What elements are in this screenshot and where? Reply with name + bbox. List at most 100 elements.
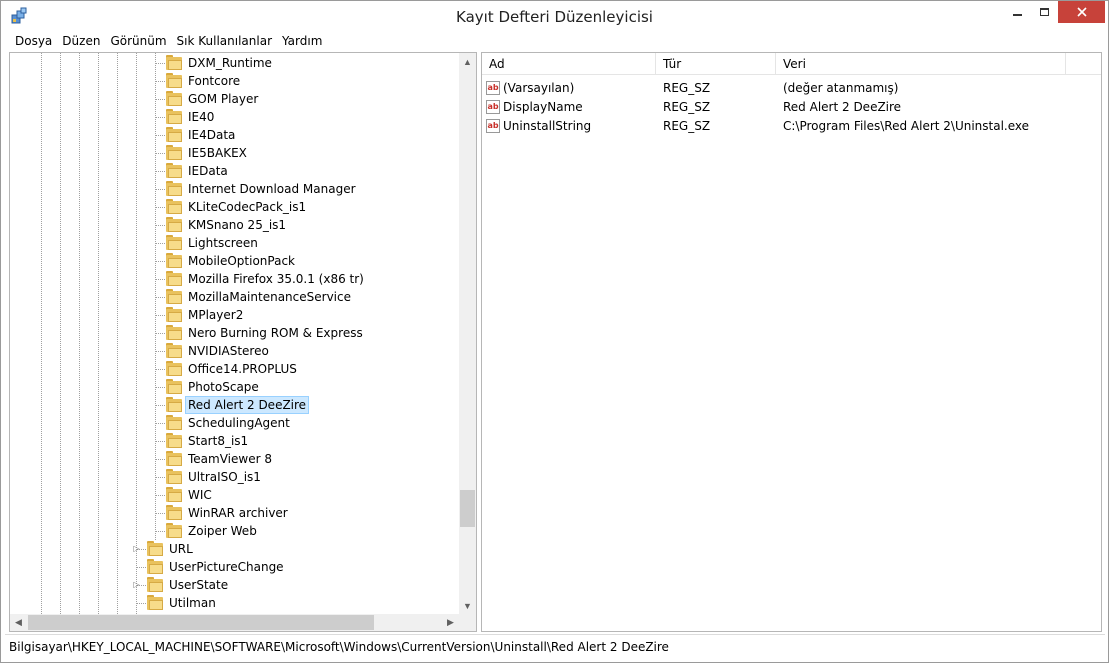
tree-guide-line bbox=[41, 53, 42, 614]
maximize-icon bbox=[1040, 8, 1049, 16]
folder-icon-part bbox=[168, 293, 182, 304]
values-pane: Ad Tür Veri ab (Varsayılan) REG_SZ (değe… bbox=[481, 52, 1102, 632]
close-icon bbox=[1076, 7, 1087, 17]
tree-item[interactable]: Office14.PROPLUS bbox=[155, 360, 299, 378]
folder-icon bbox=[166, 414, 182, 430]
folder-icon bbox=[166, 180, 182, 196]
folder-icon-part bbox=[168, 311, 182, 322]
tree-item[interactable]: Nero Burning ROM & Express bbox=[155, 324, 365, 342]
tree-item[interactable]: MPlayer2 bbox=[155, 306, 245, 324]
tree-item[interactable]: IEData bbox=[155, 162, 230, 180]
tree-horizontal-scroll-thumb[interactable] bbox=[28, 615, 374, 630]
scroll-right-icon[interactable]: ▶ bbox=[442, 614, 459, 631]
tree-connector-line bbox=[155, 333, 165, 334]
tree-item[interactable]: ▷ UserState bbox=[133, 576, 230, 594]
folder-icon-part bbox=[149, 563, 163, 574]
tree-item[interactable]: NVIDIAStereo bbox=[155, 342, 271, 360]
tree-item-label: SchedulingAgent bbox=[188, 416, 290, 430]
tree-connector-line bbox=[155, 99, 165, 100]
value-name-cell: ab UninstallString bbox=[486, 119, 591, 133]
tree-item[interactable]: GOM Player bbox=[155, 90, 260, 108]
column-type-header[interactable]: Tür bbox=[656, 53, 776, 75]
folder-icon bbox=[166, 72, 182, 88]
close-button[interactable] bbox=[1058, 1, 1105, 23]
tree-item[interactable]: WinRAR archiver bbox=[155, 504, 290, 522]
value-row[interactable]: ab UninstallString REG_SZ C:\Program Fil… bbox=[482, 117, 1101, 136]
tree-vertical-scroll-thumb[interactable] bbox=[460, 490, 475, 527]
folder-icon bbox=[166, 288, 182, 304]
minimize-button[interactable] bbox=[1004, 1, 1031, 23]
tree-item[interactable]: Internet Download Manager bbox=[155, 180, 358, 198]
tree-item[interactable]: Zoiper Web bbox=[155, 522, 259, 540]
tree-item[interactable]: IE40 bbox=[155, 108, 216, 126]
tree-item[interactable]: Fontcore bbox=[155, 72, 242, 90]
value-type: REG_SZ bbox=[663, 119, 711, 133]
tree-item-label: MozillaMaintenanceService bbox=[188, 290, 351, 304]
scroll-up-icon[interactable]: ▲ bbox=[459, 53, 476, 70]
menu-help[interactable]: Yardım bbox=[277, 32, 327, 50]
scroll-left-icon[interactable]: ◀ bbox=[10, 614, 27, 631]
expand-arrow-icon[interactable]: ▷ bbox=[132, 544, 141, 553]
column-name-header[interactable]: Ad bbox=[482, 53, 656, 75]
tree-item[interactable]: TeamViewer 8 bbox=[155, 450, 274, 468]
title-bar: Kayıt Defteri Düzenleyicisi bbox=[1, 1, 1108, 32]
tree-item-label: Mozilla Firefox 35.0.1 (x86 tr) bbox=[188, 272, 364, 286]
tree-item[interactable]: Mozilla Firefox 35.0.1 (x86 tr) bbox=[155, 270, 366, 288]
scroll-down-icon[interactable]: ▼ bbox=[459, 597, 476, 614]
folder-icon-part bbox=[168, 149, 182, 160]
value-name-cell: ab DisplayName bbox=[486, 100, 583, 114]
tree-item[interactable]: UserPictureChange bbox=[136, 558, 286, 576]
folder-icon bbox=[166, 324, 182, 340]
folder-icon bbox=[166, 90, 182, 106]
tree-item[interactable]: DXM_Runtime bbox=[155, 54, 274, 72]
tree-item[interactable]: Utilman bbox=[136, 594, 218, 612]
menu-file[interactable]: Dosya bbox=[7, 32, 57, 50]
tree-vertical-scrollbar[interactable]: ▲ ▼ bbox=[459, 53, 476, 614]
tree-item-label: IE4Data bbox=[188, 128, 236, 142]
tree-item[interactable]: Red Alert 2 DeeZire bbox=[155, 396, 310, 414]
tree-item[interactable]: KLiteCodecPack_is1 bbox=[155, 198, 308, 216]
tree-item-label: TeamViewer 8 bbox=[188, 452, 272, 466]
folder-icon bbox=[166, 396, 182, 412]
tree-item[interactable]: MozillaMaintenanceService bbox=[155, 288, 353, 306]
tree-item-label: IE5BAKEX bbox=[188, 146, 247, 160]
tree-item-label: KLiteCodecPack_is1 bbox=[188, 200, 307, 214]
tree-connector-line bbox=[155, 207, 165, 208]
tree-connector-line bbox=[155, 459, 165, 460]
tree-item[interactable]: ▷ URL bbox=[133, 540, 195, 558]
expand-arrow-icon[interactable]: ▷ bbox=[132, 580, 141, 589]
tree-item[interactable]: SchedulingAgent bbox=[155, 414, 292, 432]
menu-favorites[interactable]: Sık Kullanılanlar bbox=[172, 32, 277, 50]
column-data-header[interactable]: Veri bbox=[776, 53, 1066, 75]
menu-edit[interactable]: Düzen bbox=[57, 32, 105, 50]
value-name-cell: ab (Varsayılan) bbox=[486, 81, 574, 95]
value-row[interactable]: ab DisplayName REG_SZ Red Alert 2 DeeZir… bbox=[482, 98, 1101, 117]
folder-icon-part bbox=[168, 167, 182, 178]
maximize-button[interactable] bbox=[1031, 1, 1058, 23]
tree-item[interactable]: KMSnano 25_is1 bbox=[155, 216, 288, 234]
tree-connector-line bbox=[136, 567, 146, 568]
tree-connector-line bbox=[155, 279, 165, 280]
value-row[interactable]: ab (Varsayılan) REG_SZ (değer atanmamış) bbox=[482, 79, 1101, 98]
folder-icon bbox=[147, 576, 163, 592]
folder-icon bbox=[166, 342, 182, 358]
folder-icon-part bbox=[168, 419, 182, 430]
tree-item-label: IE40 bbox=[188, 110, 215, 124]
tree-item[interactable]: Start8_is1 bbox=[155, 432, 250, 450]
tree-item-label: WinRAR archiver bbox=[188, 506, 288, 520]
tree-connector-line bbox=[155, 81, 165, 82]
folder-icon bbox=[166, 108, 182, 124]
tree-horizontal-scrollbar[interactable]: ◀ ▶ bbox=[10, 614, 459, 631]
folder-icon-part bbox=[168, 329, 182, 340]
tree-item[interactable]: MobileOptionPack bbox=[155, 252, 297, 270]
tree-item[interactable]: Lightscreen bbox=[155, 234, 260, 252]
tree-item-label: GOM Player bbox=[188, 92, 259, 106]
tree-item[interactable]: WIC bbox=[155, 486, 214, 504]
tree-item[interactable]: IE5BAKEX bbox=[155, 144, 249, 162]
tree-item[interactable]: PhotoScape bbox=[155, 378, 261, 396]
folder-icon-part bbox=[168, 455, 182, 466]
tree-item[interactable]: UltraISO_is1 bbox=[155, 468, 263, 486]
menu-view[interactable]: Görünüm bbox=[105, 32, 171, 50]
tree-item[interactable]: IE4Data bbox=[155, 126, 237, 144]
folder-icon-part bbox=[168, 203, 182, 214]
